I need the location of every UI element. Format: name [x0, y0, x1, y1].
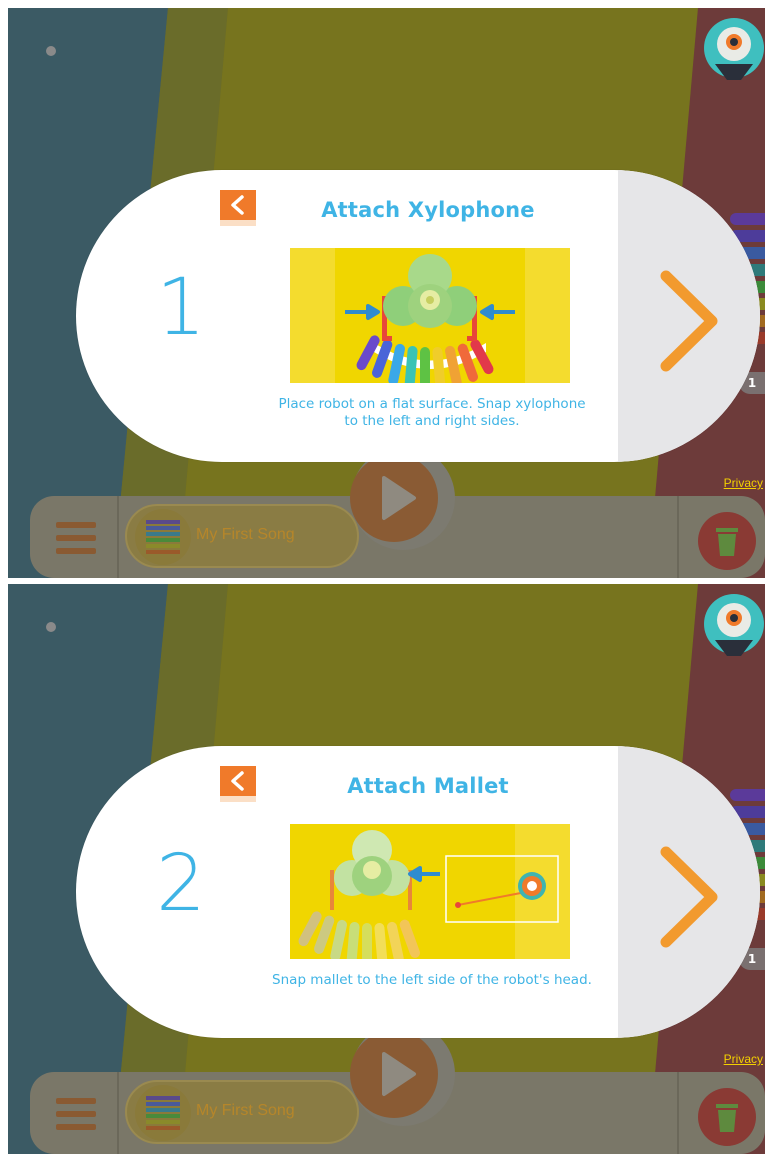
- status-dot: [46, 46, 56, 56]
- hamburger-menu-icon[interactable]: [56, 1098, 96, 1130]
- tutorial-card: Attach Xylophone 1 Place robot on a flat…: [76, 170, 760, 462]
- robot-avatar-icon[interactable]: [703, 16, 765, 86]
- tutorial-screen-step-2: My First Song 1 Privacy Attach Mallet 2: [8, 584, 765, 1154]
- xylophone-illustration: [290, 248, 570, 383]
- robot-avatar-icon[interactable]: [703, 592, 765, 662]
- next-button[interactable]: [654, 842, 724, 952]
- step-number: 2: [156, 839, 206, 929]
- step-number: 1: [156, 263, 206, 353]
- back-button[interactable]: [218, 188, 258, 228]
- bottom-toolbar: [30, 454, 765, 578]
- privacy-link[interactable]: Privacy: [724, 476, 763, 490]
- step-caption: Snap mallet to the left side of the robo…: [272, 972, 592, 988]
- privacy-link[interactable]: Privacy: [724, 1052, 763, 1066]
- play-icon: [382, 476, 416, 520]
- delete-button[interactable]: [698, 1088, 756, 1146]
- delete-button[interactable]: [698, 512, 756, 570]
- mallet-illustration: [290, 824, 570, 959]
- song-name[interactable]: My First Song: [196, 526, 295, 544]
- play-button[interactable]: [350, 1030, 438, 1118]
- bottom-toolbar: [30, 1030, 765, 1154]
- tutorial-screen-step-1: My First Song 1 Privacy Attach Xylophone…: [8, 8, 765, 578]
- status-dot: [46, 622, 56, 632]
- song-name[interactable]: My First Song: [196, 1102, 295, 1120]
- play-button[interactable]: [350, 454, 438, 542]
- next-button[interactable]: [654, 266, 724, 376]
- back-button[interactable]: [218, 764, 258, 804]
- trash-icon: [716, 528, 738, 556]
- step-title: Attach Xylophone: [321, 198, 535, 222]
- step-caption: Place robot on a flat surface. Snap xylo…: [278, 396, 586, 429]
- play-icon: [382, 1052, 416, 1096]
- step-title: Attach Mallet: [347, 774, 509, 798]
- tutorial-card: Attach Mallet 2 Snap mallet to the left …: [76, 746, 760, 1038]
- hamburger-menu-icon[interactable]: [56, 522, 96, 554]
- song-thumbnail-icon: [135, 509, 191, 565]
- song-thumbnail-icon: [135, 1085, 191, 1141]
- trash-icon: [716, 1104, 738, 1132]
